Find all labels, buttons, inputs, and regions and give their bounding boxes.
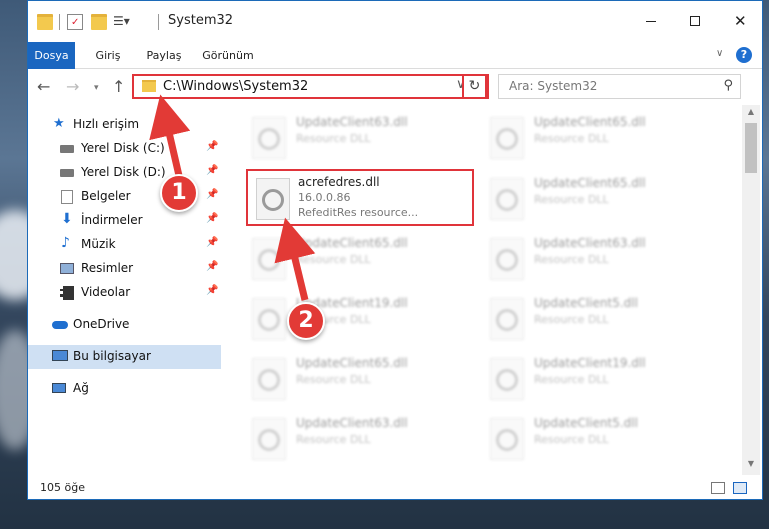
arrow-to-highlighted-file	[274, 217, 316, 301]
arrow-to-address-bar	[149, 94, 191, 181]
annotation-arrows	[149, 94, 316, 301]
callout-number-2: 2	[287, 302, 325, 340]
callout-number-1: 1	[160, 174, 198, 212]
